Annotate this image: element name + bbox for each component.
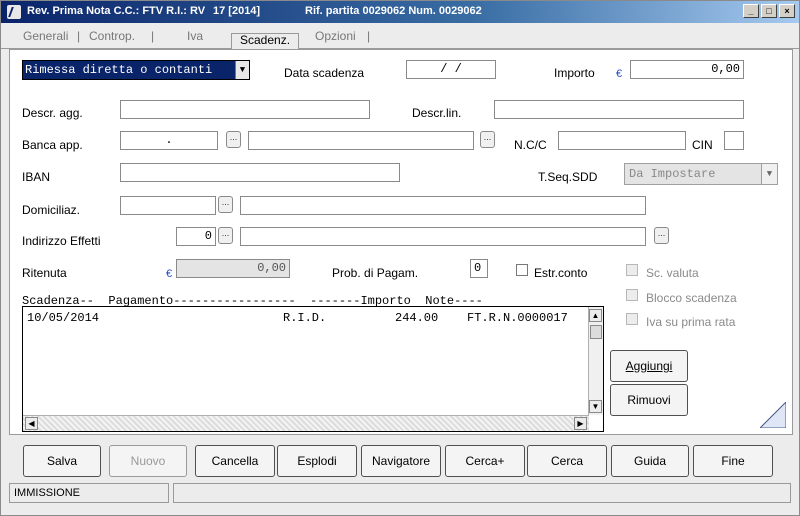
window-title-main: Rev. Prima Nota C.C.: FTV R.I.: RV [27,5,206,17]
scadenze-panel: Rimessa diretta o contanti ▼ Data scaden… [9,49,793,435]
scroll-right-icon[interactable]: ▶ [574,417,587,430]
status-mode: IMMISSIONE [9,483,169,503]
ritenuta-label: Ritenuta [22,266,67,280]
scroll-up-icon[interactable]: ▲ [589,309,602,322]
tab-controp[interactable]: Controp. [89,29,135,43]
cerca-plus-button[interactable]: Cerca+ [445,445,525,477]
domiciliaz-desc-input[interactable] [240,196,646,215]
descr-agg-label: Descr. agg. [22,106,83,120]
data-scadenza-label: Data scadenza [284,66,365,80]
iva-prima-rata-checkbox[interactable] [626,313,638,325]
aggiungi-button[interactable]: Aggiungi [610,350,688,382]
prob-pagam-input[interactable]: 0 [470,259,488,278]
navigatore-button[interactable]: Navigatore [361,445,441,477]
aggiungi-label: Aggiungi [625,359,673,373]
minimize-icon[interactable]: _ [743,4,759,18]
tab-bar: Generali | Controp. | Iva Scadenz. Opzio… [1,23,799,54]
iban-input[interactable] [120,163,400,182]
cin-input[interactable] [724,131,744,150]
esplodi-button[interactable]: Esplodi [277,445,357,477]
data-scadenza-input[interactable]: / / [406,60,496,79]
ncc-label: N.C/C [514,138,547,152]
indirizzo-effetti-desc-input[interactable] [240,227,646,246]
importo-input[interactable]: 0,00 [630,60,744,79]
domiciliaz-label: Domiciliaz. [22,203,81,217]
toolbar: Salva Nuovo Cancella Esplodi Navigatore … [9,439,793,479]
indirizzo-desc-lookup-button[interactable]: ... [654,227,669,244]
rimuovi-button[interactable]: Rimuovi [610,384,688,416]
nuovo-button[interactable]: Nuovo [109,445,187,477]
window: Rev. Prima Nota C.C.: FTV R.I.: RV 17 [2… [0,0,800,516]
domiciliaz-code-input[interactable] [120,196,216,215]
chevron-down-icon[interactable]: ▼ [235,61,249,79]
importo-label: Importo [554,66,595,80]
euro-icon: € [166,268,173,280]
tab-generali[interactable]: Generali [23,29,68,43]
prob-pagam-label: Prob. di Pagam. [332,266,419,280]
cancella-button[interactable]: Cancella [195,445,275,477]
scroll-left-icon[interactable]: ◀ [25,417,38,430]
sc-valuta-checkbox[interactable] [626,264,638,276]
iban-label: IBAN [22,170,51,184]
banca-lookup-button[interactable]: ... [480,131,495,148]
resize-corner-icon [760,402,786,428]
banca-app-code-input[interactable]: . [120,131,218,150]
tseq-value: Da Impostare [629,167,716,181]
tab-separator: | [77,29,81,43]
maximize-icon[interactable]: □ [761,4,777,18]
rimuovi-label: Rimuovi [627,393,671,407]
tab-iva[interactable]: Iva [187,29,203,43]
payment-type-select[interactable]: Rimessa diretta o contanti ▼ [22,60,250,80]
guida-button[interactable]: Guida [611,445,689,477]
chevron-down-icon[interactable]: ▼ [761,164,777,184]
banca-app-desc-input[interactable] [248,131,474,150]
descr-lin-label: Descr.lin. [412,106,462,120]
domiciliaz-lookup-button[interactable]: ... [218,196,233,213]
indirizzo-lookup-button[interactable]: ... [218,227,233,244]
horizontal-scrollbar[interactable]: ◀ ▶ [23,415,589,431]
payment-type-value: Rimessa diretta o contanti [25,63,213,77]
blocco-scadenza-checkbox[interactable] [626,289,638,301]
scroll-down-icon[interactable]: ▼ [589,400,602,413]
list-item[interactable]: 10/05/2014 R.I.D. 244.00 FT.R.N.0000017 [27,311,587,325]
scroll-thumb[interactable] [590,325,602,339]
fine-button[interactable]: Fine [693,445,773,477]
vertical-scrollbar[interactable]: ▲ ▼ [588,307,603,415]
indirizzo-effetti-code-input[interactable]: 0 [176,227,216,246]
window-title-reference: Rif. partita 0029062 Num. 0029062 [305,5,482,17]
salva-button[interactable]: Salva [23,445,101,477]
cin-label: CIN [692,138,713,152]
row-importo: 244.00 [395,311,439,325]
estr-conto-checkbox[interactable] [516,264,528,276]
tseq-select[interactable]: Da Impostare ▼ [624,163,778,185]
tab-opzioni[interactable]: Opzioni [315,29,356,43]
scadenze-list[interactable]: 10/05/2014 R.I.D. 244.00 FT.R.N.0000017 … [22,306,604,432]
status-bar: IMMISSIONE [9,483,793,505]
estr-conto-label: Estr.conto [534,266,588,280]
descr-lin-input[interactable] [494,100,744,119]
ncc-input[interactable] [558,131,686,150]
row-note: FT.R.N.0000017 [467,311,568,325]
row-scadenza: 10/05/2014 [27,311,100,325]
tab-separator: | [367,29,371,43]
indirizzo-effetti-label: Indirizzo Effetti [22,234,101,248]
blocco-scadenza-label: Blocco scadenza [646,291,737,305]
row-pagamento: R.I.D. [283,311,327,325]
window-title-number: 17 [2014] [213,5,261,17]
tab-separator: | [151,29,155,43]
close-icon[interactable]: × [779,4,795,18]
app-icon [7,5,21,19]
cerca-button[interactable]: Cerca [527,445,607,477]
window-controls: _ □ × [743,4,795,18]
descr-agg-input[interactable] [120,100,370,119]
tseq-label: T.Seq.SDD [538,170,598,184]
banca-app-label: Banca app. [22,138,83,152]
sc-valuta-label: Sc. valuta [646,266,699,280]
iva-prima-rata-label: Iva su prima rata [646,315,736,329]
banca-app-lookup-button[interactable]: ... [226,131,241,148]
status-message [173,483,791,503]
title-bar[interactable]: Rev. Prima Nota C.C.: FTV R.I.: RV 17 [2… [1,1,799,23]
ritenuta-input: 0,00 [176,259,290,278]
euro-icon: € [616,68,623,80]
